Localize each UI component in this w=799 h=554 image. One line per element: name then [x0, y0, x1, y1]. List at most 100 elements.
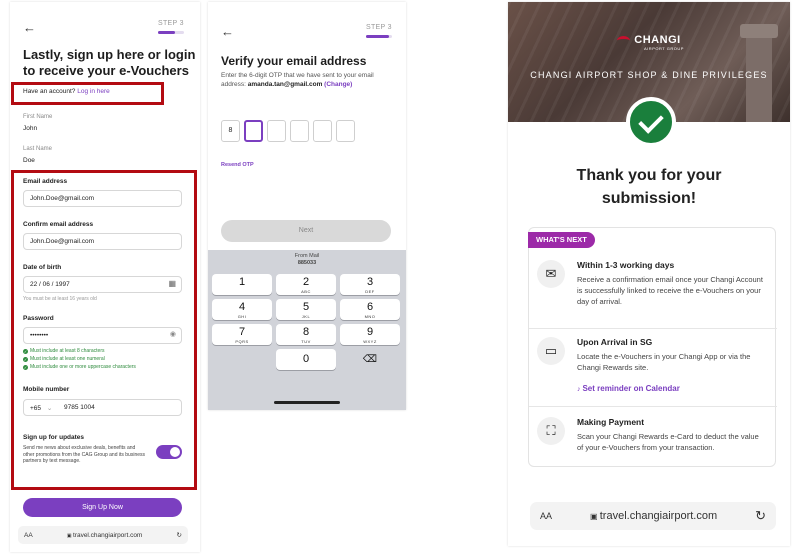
logo-subtext: AIRPORT GROUP — [644, 46, 684, 51]
dob-value: 22 / 06 / 1997 — [30, 281, 70, 288]
url-text: ▣ travel.changiairport.com — [590, 510, 717, 522]
otp-digit-2[interactable] — [244, 120, 263, 142]
mobile-label: Mobile number — [23, 386, 70, 393]
confirmation-screen: CHANGI AIRPORT GROUP CHANGI AIRPORT SHOP… — [508, 2, 790, 546]
otp-instructions: Enter the 6-digit OTP that we have sent … — [221, 72, 396, 89]
updates-toggle[interactable] — [156, 445, 182, 459]
whats-next-badge: WHAT'S NEXT — [528, 232, 595, 248]
key-4[interactable]: 4 GHI — [212, 299, 272, 320]
password-rule-text: Must include one or more uppercase chara… — [30, 364, 136, 370]
password-rule-text: Must include at least one numeral — [30, 356, 105, 362]
step-indicator: STEP 3 — [158, 20, 184, 27]
page-title: Lastly, sign up here or login to receive… — [23, 47, 196, 78]
delete-key-icon[interactable]: ⌫ — [340, 349, 400, 370]
password-rule-text: Must include at least 8 characters — [30, 348, 105, 354]
key-7[interactable]: 7 PQRS — [212, 324, 272, 345]
login-link[interactable]: Log in here — [77, 88, 110, 95]
email-address: amanda.tan@gmail.com — [247, 80, 323, 88]
set-reminder-label: Set reminder on Calendar — [582, 384, 680, 393]
list-item: ✉ Within 1-3 working days Receive a conf… — [529, 252, 777, 330]
password-field[interactable]: •••••••• ◉ — [23, 327, 182, 344]
password-label: Password — [23, 315, 54, 322]
chevron-down-icon: ⌄ — [46, 405, 53, 412]
mobile-field[interactable]: +65 ⌄ 9785 1004 — [23, 399, 182, 416]
first-name-label: First Name — [23, 114, 53, 120]
changi-logo-mark-icon — [617, 35, 631, 45]
confirm-email-field[interactable]: John.Doe@gmail.com — [23, 233, 182, 250]
password-rule-3: ✓ Must include one or more uppercase char… — [23, 364, 136, 370]
check-circle-icon: ✓ — [23, 356, 28, 362]
first-name-value: John — [23, 125, 38, 132]
changi-logo: CHANGI AIRPORT GROUP — [508, 34, 790, 51]
otp-digit-6[interactable] — [336, 120, 355, 142]
account-prompt-text: Have an account? — [23, 88, 76, 95]
key-9[interactable]: 9 WXYZ — [340, 324, 400, 345]
otp-digit-4[interactable] — [290, 120, 309, 142]
password-rule-2: ✓ Must include at least one numeral — [23, 356, 105, 362]
home-indicator — [274, 401, 340, 404]
text-size-button[interactable]: AA — [540, 511, 552, 521]
signup-screen: ← STEP 3 Lastly, sign up here or login t… — [10, 2, 200, 552]
verify-email-screen: ← STEP 3 Verify your email address Enter… — [208, 2, 406, 410]
url-value: travel.changiairport.com — [599, 510, 718, 522]
dob-label: Date of birth — [23, 264, 62, 271]
numeric-keypad: From Mail 885033 1 2 ABC 3 DEF 4 GHI 5 JKL 6… — [208, 250, 406, 410]
email-label: Email address — [23, 178, 68, 185]
set-reminder-link[interactable]: ♪ Set reminder on Calendar — [577, 384, 680, 393]
next-button[interactable]: Next — [221, 220, 391, 242]
hero-title: CHANGI AIRPORT SHOP & DINE PRIVILEGES — [530, 70, 768, 80]
dob-field[interactable]: 22 / 06 / 1997 ▦ — [23, 276, 182, 293]
voucher-icon: ▭ — [537, 337, 565, 365]
resend-otp-link[interactable]: Resend OTP — [221, 162, 254, 168]
browser-url-bar[interactable]: AA ▣ travel.changiairport.com ↻ — [18, 526, 188, 544]
key-5[interactable]: 5 JKL — [276, 299, 336, 320]
last-name-label: Last Name — [23, 146, 53, 152]
reload-icon[interactable]: ↻ — [755, 508, 766, 524]
sign-up-button[interactable]: Sign Up Now — [23, 498, 182, 517]
change-email-link[interactable]: (Change) — [324, 81, 352, 88]
email-field[interactable]: John.Doe@gmail.com — [23, 190, 182, 207]
item-heading: Within 1-3 working days — [577, 260, 675, 270]
dob-hint: You must be at least 16 years old — [23, 296, 97, 302]
step-progress-bar — [366, 35, 392, 38]
updates-title: Sign up for updates — [23, 434, 85, 441]
lock-icon: ▣ — [589, 512, 600, 521]
reload-icon[interactable]: ↻ — [177, 531, 182, 539]
check-circle-icon: ✓ — [23, 364, 28, 370]
thank-you-heading: Thank you for your submission! — [576, 167, 722, 207]
page-title: Verify your email address — [221, 54, 367, 68]
calendar-icon[interactable]: ▦ — [168, 279, 176, 288]
back-arrow-icon[interactable]: ← — [23, 20, 36, 35]
text-size-button[interactable]: AA — [24, 532, 33, 539]
list-item: ▭ Upon Arrival in SG Locate the e-Vouche… — [529, 328, 777, 406]
suggestion-code: 885033 — [297, 260, 317, 266]
key-2[interactable]: 2 ABC — [276, 274, 336, 295]
key-3[interactable]: 3 DEF — [340, 274, 400, 295]
url-value: travel.changiairport.com — [72, 531, 143, 539]
password-rule-1: ✓ Must include at least 8 characters — [23, 348, 104, 354]
mobile-value: 9785 1004 — [64, 404, 95, 411]
country-code-select[interactable]: +65 — [30, 405, 41, 412]
whats-next-card: WHAT'S NEXT ✉ Within 1-3 working days Re… — [528, 227, 777, 467]
otp-digit-5[interactable] — [313, 120, 332, 142]
back-arrow-icon[interactable]: ← — [221, 24, 234, 39]
show-password-eye-icon[interactable]: ◉ — [170, 330, 176, 338]
updates-description: Send me news about exclusive deals, bene… — [23, 445, 146, 464]
success-check-icon — [626, 97, 676, 147]
otp-digit-3[interactable] — [267, 120, 286, 142]
otp-digit-1[interactable]: 8 — [221, 120, 240, 142]
key-0[interactable]: 0 — [276, 349, 336, 370]
key-6[interactable]: 6 MNO — [340, 299, 400, 320]
toggle-knob — [170, 447, 180, 457]
envelope-icon: ✉ — [537, 260, 565, 288]
browser-url-bar[interactable]: AA ▣ travel.changiairport.com ↻ — [530, 502, 776, 530]
url-text: ▣ travel.changiairport.com — [67, 532, 143, 539]
otp-autofill-suggestion[interactable]: From Mail 885033 — [208, 253, 406, 267]
confirm-email-label: Confirm email address — [23, 221, 94, 228]
key-8[interactable]: 8 TUV — [276, 324, 336, 345]
key-1[interactable]: 1 — [212, 274, 272, 295]
check-circle-icon: ✓ — [23, 348, 28, 354]
step-indicator: STEP 3 — [366, 24, 392, 31]
item-heading: Making Payment — [577, 417, 645, 427]
password-value: •••••••• — [30, 332, 49, 339]
